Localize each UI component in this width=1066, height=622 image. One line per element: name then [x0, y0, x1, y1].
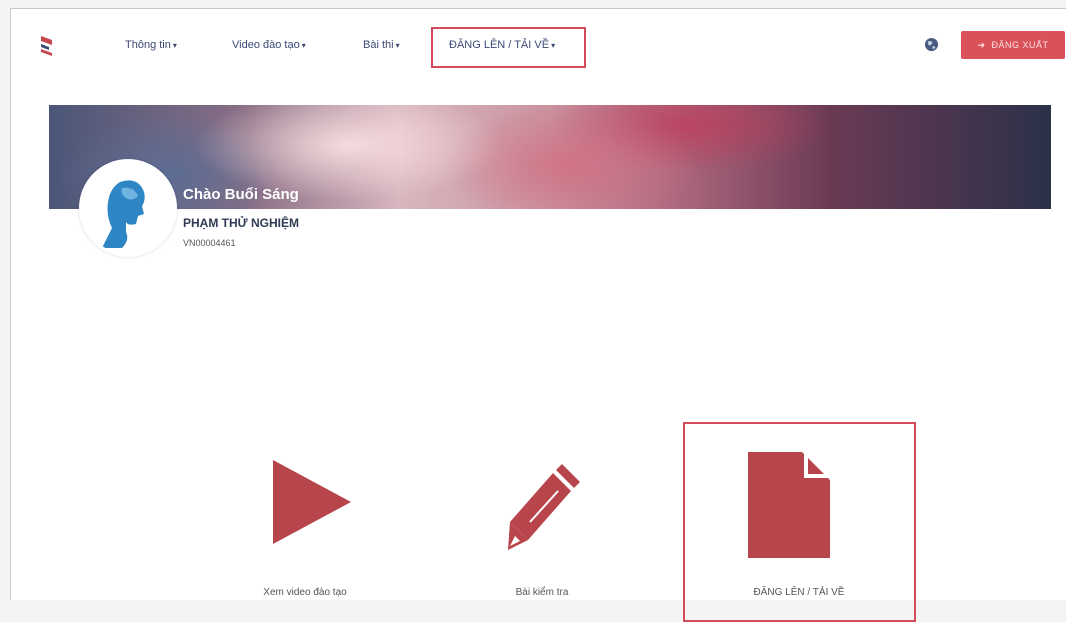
top-navbar: Thông tin ▾ Video đào tạo ▾ Bài thi ▾ ĐĂNG …	[11, 9, 1066, 79]
logout-icon: ➜	[977, 39, 986, 50]
tile-label: Bài kiểm tra	[515, 587, 569, 598]
logout-button[interactable]: ➜ ĐĂNG XUẤT	[961, 31, 1065, 59]
tile-label: Xem video đào tạo	[263, 587, 347, 598]
nav-bai-thi[interactable]: Bài thi ▾	[363, 39, 400, 51]
nav-label: Video đào tạo	[232, 39, 300, 51]
nav-label: Bài thi	[363, 39, 394, 51]
chevron-down-icon: ▾	[301, 41, 306, 50]
logo-icon[interactable]	[39, 35, 55, 57]
globe-icon[interactable]	[924, 37, 939, 52]
user-id: VN00004461	[183, 238, 236, 248]
tile-highlight-box	[683, 422, 916, 622]
play-icon	[273, 460, 351, 544]
chevron-down-icon: ▾	[395, 41, 400, 50]
chevron-down-icon: ▾	[172, 41, 177, 50]
user-name: PHẠM THỬ NGHIỆM	[183, 216, 299, 230]
nav-label: Thông tin	[125, 39, 171, 51]
pencil-icon	[508, 464, 580, 550]
nav-thong-tin[interactable]: Thông tin ▾	[125, 39, 177, 51]
logout-label: ĐĂNG XUẤT	[991, 40, 1049, 50]
greeting-text: Chào Buổi Sáng	[183, 186, 299, 203]
nav-video-dao-tao[interactable]: Video đào tạo ▾	[232, 39, 306, 51]
page-frame: Thông tin ▾ Video đào tạo ▾ Bài thi ▾ ĐĂNG …	[10, 8, 1066, 622]
user-silhouette-icon	[102, 180, 145, 248]
avatar	[79, 159, 177, 257]
nav-highlight-box	[431, 27, 586, 68]
